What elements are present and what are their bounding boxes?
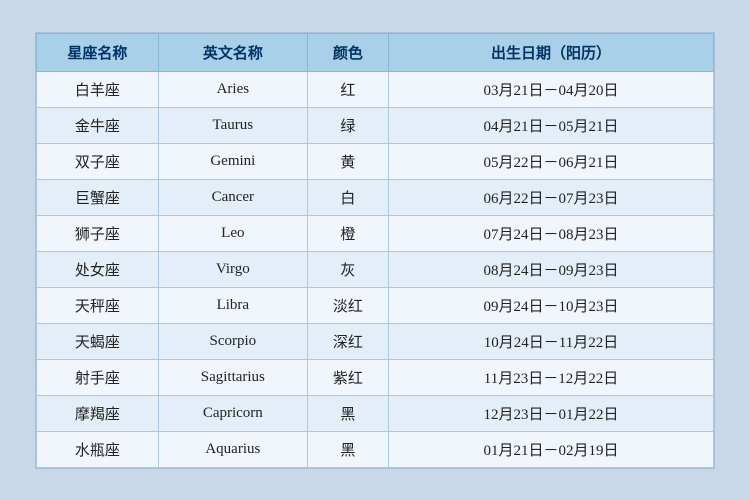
cell-color: 黑 bbox=[307, 431, 388, 467]
table-row: 射手座Sagittarius紫红11月23日－12月22日 bbox=[37, 359, 714, 395]
zodiac-table-container: 星座名称 英文名称 颜色 出生日期（阳历） 白羊座Aries红03月21日－04… bbox=[35, 32, 715, 469]
cell-en-name: Aquarius bbox=[158, 431, 307, 467]
cell-cn-name: 巨蟹座 bbox=[37, 179, 159, 215]
cell-color: 红 bbox=[307, 71, 388, 107]
cell-en-name: Libra bbox=[158, 287, 307, 323]
cell-date: 05月22日－06月21日 bbox=[389, 143, 714, 179]
zodiac-table: 星座名称 英文名称 颜色 出生日期（阳历） 白羊座Aries红03月21日－04… bbox=[36, 33, 714, 468]
cell-cn-name: 处女座 bbox=[37, 251, 159, 287]
table-row: 白羊座Aries红03月21日－04月20日 bbox=[37, 71, 714, 107]
cell-date: 01月21日－02月19日 bbox=[389, 431, 714, 467]
cell-en-name: Virgo bbox=[158, 251, 307, 287]
table-row: 天蝎座Scorpio深红10月24日－11月22日 bbox=[37, 323, 714, 359]
cell-color: 淡红 bbox=[307, 287, 388, 323]
table-header-row: 星座名称 英文名称 颜色 出生日期（阳历） bbox=[37, 33, 714, 71]
header-en-name: 英文名称 bbox=[158, 33, 307, 71]
cell-cn-name: 射手座 bbox=[37, 359, 159, 395]
cell-color: 深红 bbox=[307, 323, 388, 359]
cell-date: 06月22日－07月23日 bbox=[389, 179, 714, 215]
cell-en-name: Taurus bbox=[158, 107, 307, 143]
table-row: 狮子座Leo橙07月24日－08月23日 bbox=[37, 215, 714, 251]
cell-cn-name: 天蝎座 bbox=[37, 323, 159, 359]
cell-color: 灰 bbox=[307, 251, 388, 287]
cell-date: 03月21日－04月20日 bbox=[389, 71, 714, 107]
cell-color: 黄 bbox=[307, 143, 388, 179]
cell-date: 12月23日－01月22日 bbox=[389, 395, 714, 431]
cell-cn-name: 摩羯座 bbox=[37, 395, 159, 431]
cell-color: 橙 bbox=[307, 215, 388, 251]
cell-cn-name: 狮子座 bbox=[37, 215, 159, 251]
cell-date: 07月24日－08月23日 bbox=[389, 215, 714, 251]
cell-date: 11月23日－12月22日 bbox=[389, 359, 714, 395]
table-row: 双子座Gemini黄05月22日－06月21日 bbox=[37, 143, 714, 179]
table-body: 白羊座Aries红03月21日－04月20日金牛座Taurus绿04月21日－0… bbox=[37, 71, 714, 467]
cell-en-name: Aries bbox=[158, 71, 307, 107]
cell-date: 08月24日－09月23日 bbox=[389, 251, 714, 287]
cell-en-name: Capricorn bbox=[158, 395, 307, 431]
table-row: 巨蟹座Cancer白06月22日－07月23日 bbox=[37, 179, 714, 215]
cell-cn-name: 白羊座 bbox=[37, 71, 159, 107]
cell-en-name: Scorpio bbox=[158, 323, 307, 359]
table-row: 金牛座Taurus绿04月21日－05月21日 bbox=[37, 107, 714, 143]
cell-date: 09月24日－10月23日 bbox=[389, 287, 714, 323]
cell-cn-name: 天秤座 bbox=[37, 287, 159, 323]
cell-color: 白 bbox=[307, 179, 388, 215]
table-row: 处女座Virgo灰08月24日－09月23日 bbox=[37, 251, 714, 287]
cell-cn-name: 金牛座 bbox=[37, 107, 159, 143]
cell-date: 04月21日－05月21日 bbox=[389, 107, 714, 143]
cell-color: 绿 bbox=[307, 107, 388, 143]
table-row: 摩羯座Capricorn黑12月23日－01月22日 bbox=[37, 395, 714, 431]
cell-en-name: Cancer bbox=[158, 179, 307, 215]
header-color: 颜色 bbox=[307, 33, 388, 71]
cell-en-name: Sagittarius bbox=[158, 359, 307, 395]
cell-en-name: Leo bbox=[158, 215, 307, 251]
cell-color: 紫红 bbox=[307, 359, 388, 395]
header-cn-name: 星座名称 bbox=[37, 33, 159, 71]
header-date: 出生日期（阳历） bbox=[389, 33, 714, 71]
cell-cn-name: 双子座 bbox=[37, 143, 159, 179]
table-row: 天秤座Libra淡红09月24日－10月23日 bbox=[37, 287, 714, 323]
cell-date: 10月24日－11月22日 bbox=[389, 323, 714, 359]
table-row: 水瓶座Aquarius黑01月21日－02月19日 bbox=[37, 431, 714, 467]
cell-en-name: Gemini bbox=[158, 143, 307, 179]
cell-color: 黑 bbox=[307, 395, 388, 431]
cell-cn-name: 水瓶座 bbox=[37, 431, 159, 467]
